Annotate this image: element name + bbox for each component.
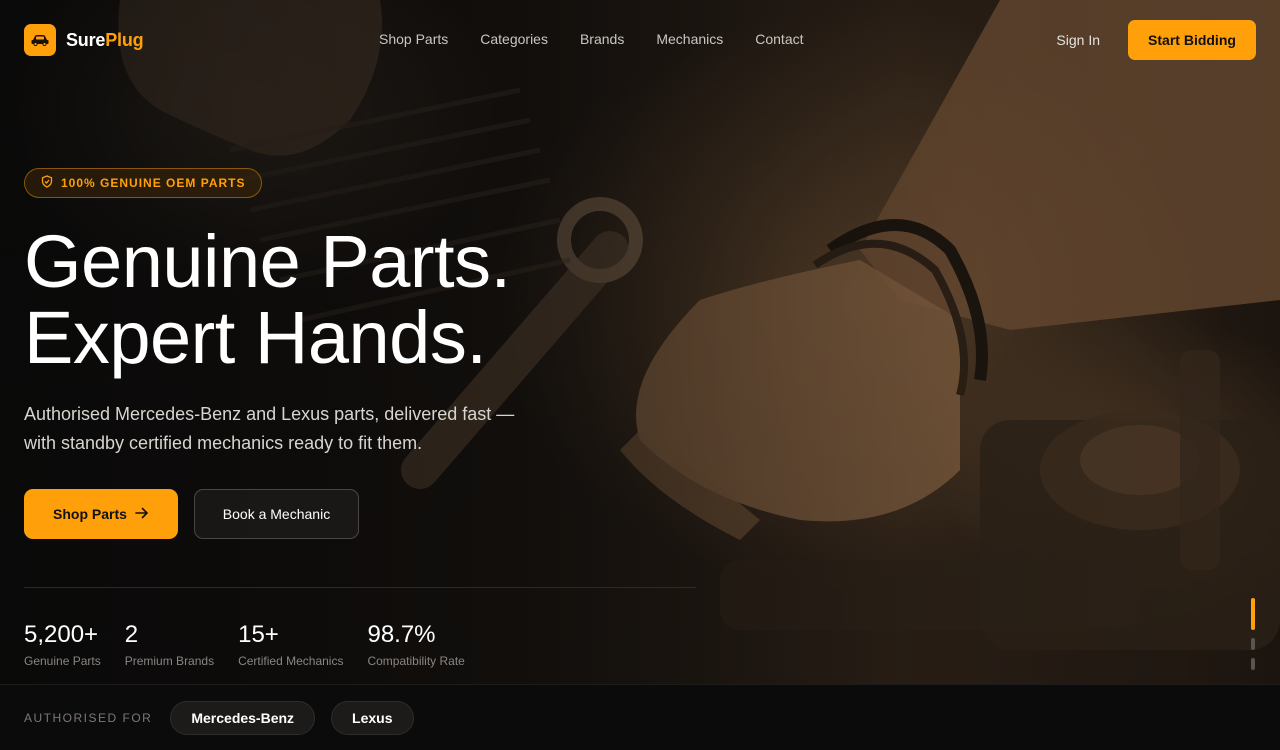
slide-pager: [1251, 598, 1255, 670]
stat-label: Compatibility Rate: [367, 654, 465, 668]
nav-brands[interactable]: Brands: [580, 31, 624, 47]
nav-mechanics[interactable]: Mechanics: [656, 31, 723, 47]
hero-cta-row: Shop Parts Book a Mechanic: [24, 489, 359, 539]
headline-line-1: Genuine Parts.: [24, 220, 511, 303]
slide-dot-2[interactable]: [1251, 638, 1255, 650]
stats-row: 5,200+ Genuine Parts 2 Premium Brands 15…: [24, 621, 465, 668]
stat-label: Genuine Parts: [24, 654, 101, 668]
main-nav: Shop Parts Categories Brands Mechanics C…: [379, 31, 804, 47]
brand-pill-lexus[interactable]: Lexus: [331, 700, 414, 735]
nav-contact[interactable]: Contact: [755, 31, 803, 47]
brand-pill-mercedes-benz[interactable]: Mercedes-Benz: [170, 700, 316, 735]
authorised-brands-bar: AUTHORISED FOR Mercedes-Benz Lexus: [0, 684, 1280, 750]
logo[interactable]: SurePlug: [24, 24, 144, 56]
genuine-oem-badge: 100% GENUINE OEM PARTS: [24, 168, 263, 198]
nav-categories[interactable]: Categories: [480, 31, 548, 47]
stats-divider: [24, 587, 696, 588]
stat-value: 2: [124, 621, 139, 648]
shop-parts-label: Shop Parts: [53, 506, 127, 522]
sign-in-link[interactable]: Sign In: [1056, 32, 1100, 48]
hero-headline: Genuine Parts. Expert Hands.: [24, 224, 511, 376]
subtitle-line-1: Authorised Mercedes-Benz and Lexus parts…: [24, 404, 515, 424]
stat-value: 15+: [238, 621, 279, 648]
slide-dot-3[interactable]: [1251, 658, 1255, 670]
badge-text: 100% GENUINE OEM PARTS: [61, 176, 246, 190]
arrow-right-icon: [135, 506, 149, 522]
stat-label: Premium Brands: [124, 654, 215, 668]
header-actions: Sign In Start Bidding: [1056, 20, 1256, 60]
book-mechanic-button[interactable]: Book a Mechanic: [194, 489, 359, 539]
slide-dot-1[interactable]: [1251, 598, 1255, 630]
stat-compatibility-rate: 98.7% Compatibility Rate: [367, 621, 464, 668]
nav-shop-parts[interactable]: Shop Parts: [379, 31, 448, 47]
shield-check-icon: [41, 175, 53, 191]
authorised-label: AUTHORISED FOR: [24, 710, 153, 725]
stat-label: Certified Mechanics: [238, 654, 344, 668]
hero-subtitle: Authorised Mercedes-Benz and Lexus parts…: [24, 400, 544, 458]
stat-premium-brands: 2 Premium Brands: [125, 621, 214, 668]
start-bidding-button[interactable]: Start Bidding: [1128, 20, 1256, 60]
brand-name: SurePlug: [66, 29, 144, 50]
stat-genuine-parts: 5,200+ Genuine Parts: [24, 621, 101, 668]
stat-certified-mechanics: 15+ Certified Mechanics: [238, 621, 343, 668]
car-icon: [24, 24, 56, 56]
stat-value: 5,200+: [24, 621, 99, 648]
subtitle-line-2: with standby certified mechanics ready t…: [24, 433, 423, 453]
stat-value: 98.7%: [367, 621, 436, 648]
shop-parts-button[interactable]: Shop Parts: [24, 489, 178, 539]
headline-line-2: Expert Hands.: [24, 296, 487, 379]
site-header: SurePlug Shop Parts Categories Brands Me…: [0, 0, 1280, 80]
